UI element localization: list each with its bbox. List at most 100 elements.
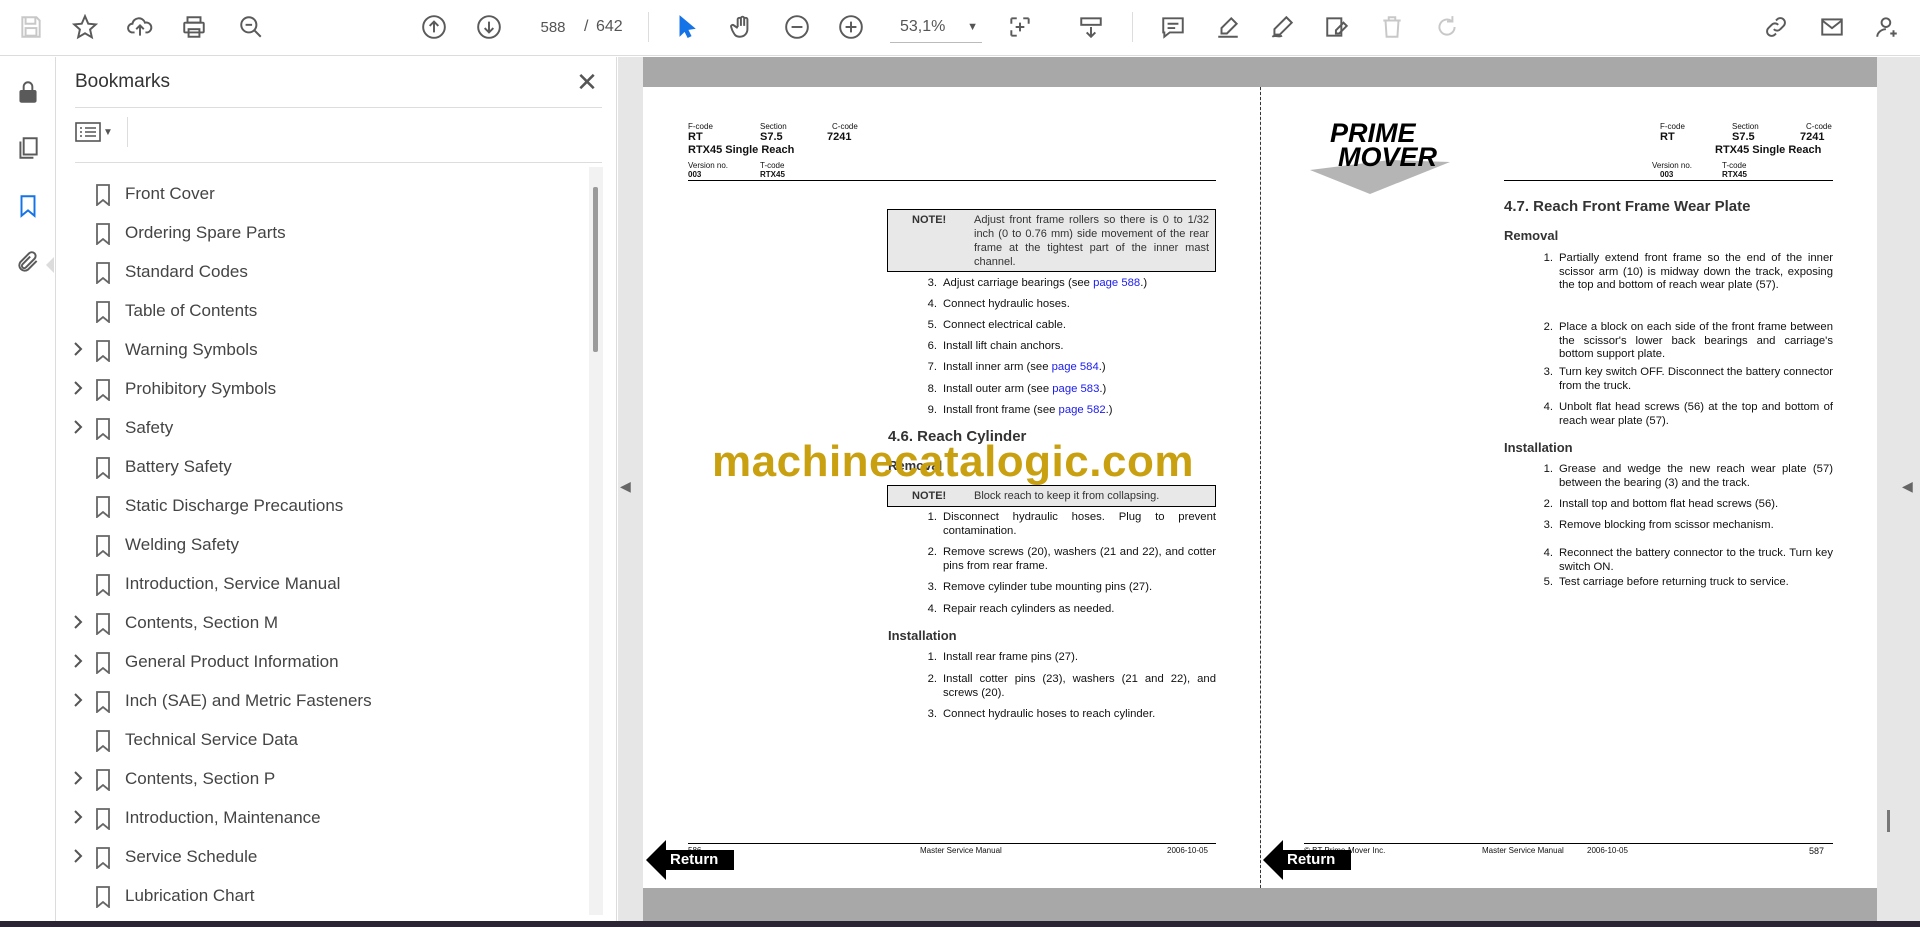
page-number-input[interactable]: 588 xyxy=(530,11,576,43)
bookmark-item[interactable]: Battery Safety xyxy=(57,450,587,484)
email-icon[interactable] xyxy=(1815,10,1849,44)
bookmark-panel-icon[interactable] xyxy=(11,189,45,223)
ccode-label: C-code xyxy=(832,122,858,131)
step-number: 1. xyxy=(927,511,937,523)
star-icon[interactable] xyxy=(68,10,102,44)
share-link-icon[interactable] xyxy=(1759,10,1793,44)
bookmark-item[interactable]: Safety xyxy=(57,411,587,445)
page-link[interactable]: page 584 xyxy=(1052,361,1099,373)
bookmark-icon xyxy=(95,730,113,753)
save-icon[interactable] xyxy=(14,10,48,44)
bookmark-item[interactable]: Prohibitory Symbols xyxy=(57,372,587,406)
version-value: 003 xyxy=(1660,170,1674,179)
collapse-left-panel-icon[interactable]: ◀ xyxy=(620,478,631,495)
bookmark-icon xyxy=(95,223,113,246)
step-text: Connect electrical cable. xyxy=(943,319,1216,333)
bookmark-item[interactable]: Inch (SAE) and Metric Fasteners xyxy=(57,684,587,718)
bookmark-item[interactable]: Table of Contents xyxy=(57,294,587,328)
chevron-right-icon[interactable] xyxy=(71,418,89,438)
page-link[interactable]: page 583 xyxy=(1052,383,1099,395)
bookmarks-panel: Bookmarks ✕ ▼ Front Cover Ordering Spare … xyxy=(57,57,617,921)
divider xyxy=(127,117,128,147)
main-toolbar: 588 / 642 53,1% ▼ xyxy=(0,0,1920,56)
page-link[interactable]: page 588 xyxy=(1093,277,1140,289)
tcode-value: RTX45 xyxy=(1722,170,1747,179)
bookmark-label: Lubrication Chart xyxy=(125,886,255,905)
comment-icon[interactable] xyxy=(1156,10,1190,44)
search-zoom-icon[interactable] xyxy=(234,10,268,44)
section-value: S7.5 xyxy=(1732,131,1755,143)
page-fit-icon[interactable] xyxy=(1003,10,1037,44)
return-button[interactable]: Return xyxy=(1263,840,1353,880)
page-link[interactable]: page 582 xyxy=(1059,404,1106,416)
zoom-level-select[interactable]: 53,1% ▼ xyxy=(890,11,982,43)
list-item: 1. Disconnect hydraulic hoses. Plug to pr… xyxy=(923,511,1216,541)
expand-right-panel-icon[interactable]: ◀ xyxy=(1902,478,1913,495)
list-item: 4. Reconnect the battery connector to the… xyxy=(1539,547,1833,577)
list-options-icon xyxy=(75,122,101,142)
bookmark-item[interactable]: Ordering Spare Parts xyxy=(57,216,587,250)
bookmark-item[interactable]: Warning Symbols xyxy=(57,333,587,367)
zoom-out-icon[interactable] xyxy=(780,10,814,44)
previous-page-icon[interactable] xyxy=(417,10,451,44)
chevron-right-icon[interactable] xyxy=(71,652,89,672)
list-item: 2. Place a block on each side of the fron… xyxy=(1539,321,1833,360)
bookmark-item[interactable]: General Product Information xyxy=(57,645,587,679)
chevron-right-icon[interactable] xyxy=(71,340,89,360)
bookmark-options-button[interactable]: ▼ xyxy=(75,117,123,147)
share-upload-icon[interactable] xyxy=(123,10,157,44)
return-button[interactable]: Return xyxy=(646,840,736,880)
highlight-pen-icon[interactable] xyxy=(1211,10,1245,44)
version-label: Version no. xyxy=(688,161,729,170)
step-text: Install lift chain anchors. xyxy=(943,340,1216,354)
attachment-icon[interactable] xyxy=(11,245,45,279)
section-value: S7.5 xyxy=(760,131,783,143)
bookmark-item[interactable]: Front Cover xyxy=(57,177,587,211)
bookmark-item[interactable]: Contents, Section P xyxy=(57,762,587,796)
bookmark-item[interactable]: Introduction, Service Manual xyxy=(57,567,587,601)
list-item: 1. Grease and wedge the new reach wear pl… xyxy=(1539,463,1833,493)
delete-icon[interactable] xyxy=(1375,10,1409,44)
bookmark-item[interactable]: Service Schedule xyxy=(57,840,587,874)
step-text-pre: Install outer arm (see xyxy=(943,383,1053,395)
redo-icon[interactable] xyxy=(1430,10,1464,44)
print-icon[interactable] xyxy=(177,10,211,44)
account-icon[interactable] xyxy=(1870,10,1904,44)
chevron-right-icon[interactable] xyxy=(71,847,89,867)
step-number: 2. xyxy=(927,546,937,558)
step-text-post: .) xyxy=(1098,361,1106,373)
chevron-right-icon[interactable] xyxy=(71,379,89,399)
fcode-value: RT xyxy=(1660,131,1675,143)
page-split-line xyxy=(1260,87,1261,888)
close-icon[interactable]: ✕ xyxy=(572,67,602,97)
draw-pen-icon[interactable] xyxy=(1265,10,1299,44)
note-label: NOTE! xyxy=(912,214,947,226)
scrollbar-thumb[interactable] xyxy=(593,187,598,352)
bookmark-item[interactable]: Lubrication Chart xyxy=(57,879,587,913)
bookmark-item[interactable]: Technical Service Data xyxy=(57,723,587,757)
bookmark-item[interactable]: Standard Codes xyxy=(57,255,587,289)
chevron-right-icon[interactable] xyxy=(71,769,89,789)
bookmark-label: Introduction, Maintenance xyxy=(125,808,321,827)
step-text-pre: Install front frame (see xyxy=(943,404,1059,416)
lock-icon[interactable] xyxy=(11,75,45,109)
page-thumbnails-icon[interactable] xyxy=(11,131,45,165)
select-cursor-icon[interactable] xyxy=(670,10,704,44)
chevron-right-icon[interactable] xyxy=(71,691,89,711)
chevron-right-icon[interactable] xyxy=(71,808,89,828)
bookmark-item[interactable]: Contents, Section M xyxy=(57,606,587,640)
bookmark-item[interactable]: Welding Safety xyxy=(57,528,587,562)
version-label: Version no. xyxy=(1652,161,1693,170)
chevron-right-icon[interactable] xyxy=(71,613,89,633)
bookmark-item[interactable]: Static Discharge Precautions xyxy=(57,489,587,523)
hand-tool-icon[interactable] xyxy=(725,10,759,44)
scroll-mode-icon[interactable] xyxy=(1074,10,1108,44)
bookmark-item[interactable]: Introduction, Maintenance xyxy=(57,801,587,835)
ccode-label: C-code xyxy=(1806,122,1832,131)
fill-sign-icon[interactable] xyxy=(1320,10,1354,44)
document-scroll-indicator[interactable] xyxy=(1887,810,1890,832)
next-page-icon[interactable] xyxy=(472,10,506,44)
toolbar-divider xyxy=(648,12,649,42)
zoom-in-icon[interactable] xyxy=(834,10,868,44)
header-rule xyxy=(688,180,1216,181)
